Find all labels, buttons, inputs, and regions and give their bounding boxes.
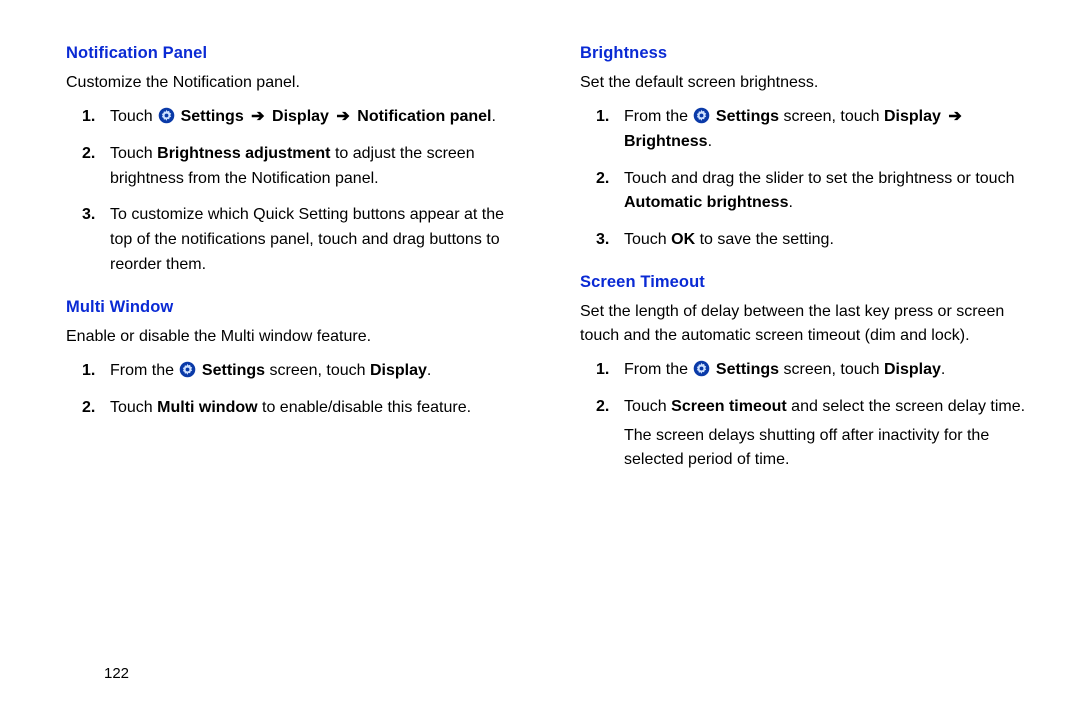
step: From the Settings screen, touch Display. xyxy=(96,359,526,384)
step: Touch Settings ➔ Display ➔ Notification … xyxy=(96,105,526,130)
bold-term: Display xyxy=(370,362,427,379)
desc-notification-panel: Customize the Notification panel. xyxy=(66,71,526,95)
bold-term: Display xyxy=(884,108,941,125)
steps-brightness: From the Settings screen, touch Display … xyxy=(580,105,1040,253)
settings-gear-icon xyxy=(693,107,710,124)
step: To customize which Quick Setting buttons… xyxy=(96,203,526,277)
heading-multi-window: Multi Window xyxy=(66,298,526,317)
step-text: . xyxy=(941,361,945,378)
step-text: From the xyxy=(624,361,692,378)
step: From the Settings screen, touch Display … xyxy=(610,105,1040,155)
right-column: Brightness Set the default screen bright… xyxy=(580,44,1040,720)
settings-gear-icon xyxy=(693,360,710,377)
heading-screen-timeout: Screen Timeout xyxy=(580,273,1040,292)
bold-term: Screen timeout xyxy=(671,398,787,415)
step-text: to save the setting. xyxy=(695,231,834,248)
step-text: To customize which Quick Setting buttons… xyxy=(110,206,504,273)
step-text: screen, touch xyxy=(779,108,884,125)
step: Touch and drag the slider to set the bri… xyxy=(610,167,1040,217)
path-part: Display xyxy=(272,108,329,125)
settings-gear-icon xyxy=(158,107,175,124)
steps-screen-timeout: From the Settings screen, touch Display.… xyxy=(580,358,1040,472)
step: Touch Brightness adjustment to adjust th… xyxy=(96,142,526,192)
bold-term: Multi window xyxy=(157,399,257,416)
step: From the Settings screen, touch Display. xyxy=(610,358,1040,383)
step-trail: The screen delays shutting off after ina… xyxy=(624,424,1040,472)
step-text: . xyxy=(427,362,431,379)
arrow-icon: ➔ xyxy=(945,108,964,125)
bold-term: OK xyxy=(671,231,695,248)
step: Touch Multi window to enable/disable thi… xyxy=(96,396,526,421)
arrow-icon: ➔ xyxy=(248,108,267,125)
step: Touch Screen timeout and select the scre… xyxy=(610,395,1040,472)
step-text: screen, touch xyxy=(779,361,884,378)
bold-term: Settings xyxy=(716,361,779,378)
bold-term: Automatic brightness xyxy=(624,194,788,211)
bold-term: Brightness xyxy=(624,133,708,150)
step-text: and select the screen delay time. xyxy=(787,398,1025,415)
step: Touch OK to save the setting. xyxy=(610,228,1040,253)
page-number: 122 xyxy=(104,665,129,682)
step-text: to enable/disable this feature. xyxy=(258,399,471,416)
bold-term: Brightness adjustment xyxy=(157,145,330,162)
step-text: Touch xyxy=(624,231,671,248)
section-notification-panel: Notification Panel Customize the Notific… xyxy=(66,44,526,278)
step-text: From the xyxy=(624,108,692,125)
step-text: Touch and drag the slider to set the bri… xyxy=(624,170,1014,187)
step-text: . xyxy=(492,108,496,125)
step-text: Touch xyxy=(110,399,157,416)
step-text: Touch xyxy=(110,108,157,125)
heading-brightness: Brightness xyxy=(580,44,1040,63)
step-text: Touch xyxy=(624,398,671,415)
step-text: screen, touch xyxy=(265,362,370,379)
bold-term: Display xyxy=(884,361,941,378)
desc-brightness: Set the default screen brightness. xyxy=(580,71,1040,95)
arrow-icon: ➔ xyxy=(333,108,352,125)
path-part: Notification panel xyxy=(357,108,491,125)
step-text: From the xyxy=(110,362,178,379)
desc-screen-timeout: Set the length of delay between the last… xyxy=(580,300,1040,348)
desc-multi-window: Enable or disable the Multi window featu… xyxy=(66,325,526,349)
left-column: Notification Panel Customize the Notific… xyxy=(66,44,526,720)
steps-notification-panel: Touch Settings ➔ Display ➔ Notification … xyxy=(66,105,526,278)
bold-term: Settings xyxy=(716,108,779,125)
bold-term: Settings xyxy=(202,362,265,379)
section-brightness: Brightness Set the default screen bright… xyxy=(580,44,1040,253)
manual-page: Notification Panel Customize the Notific… xyxy=(0,0,1080,720)
section-multi-window: Multi Window Enable or disable the Multi… xyxy=(66,298,526,421)
section-screen-timeout: Screen Timeout Set the length of delay b… xyxy=(580,273,1040,472)
steps-multi-window: From the Settings screen, touch Display.… xyxy=(66,359,526,421)
step-text: . xyxy=(788,194,792,211)
step-text: . xyxy=(708,133,712,150)
path-part: Settings xyxy=(181,108,244,125)
heading-notification-panel: Notification Panel xyxy=(66,44,526,63)
step-text: Touch xyxy=(110,145,157,162)
settings-gear-icon xyxy=(179,361,196,378)
